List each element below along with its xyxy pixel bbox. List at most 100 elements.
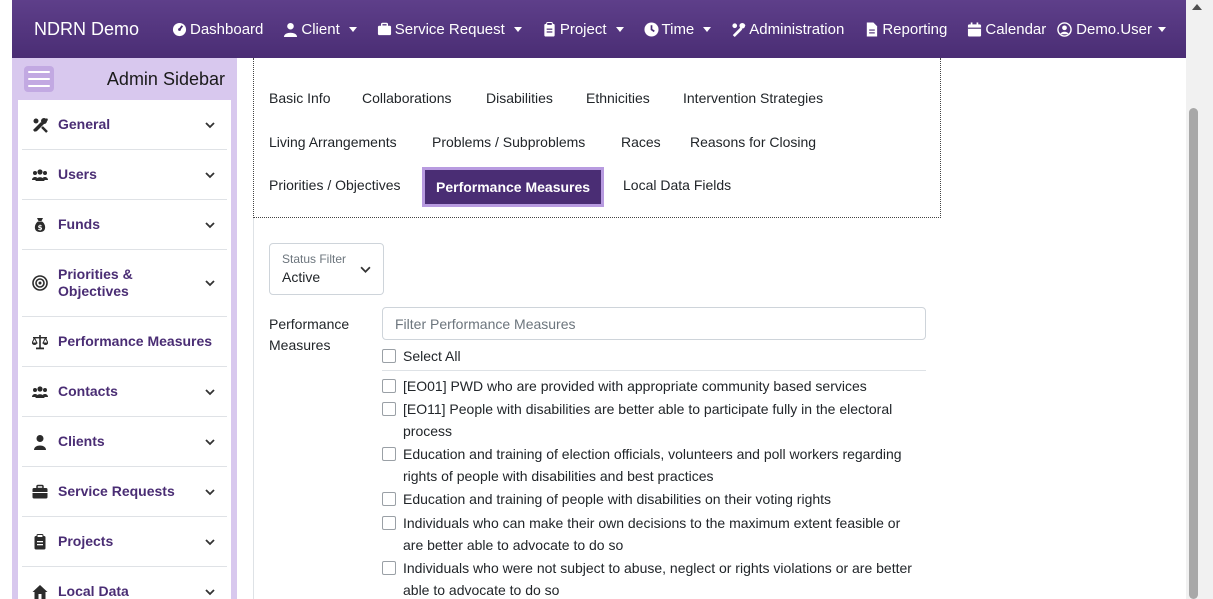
- list-item[interactable]: [EO11] People with disabilities are bett…: [382, 398, 922, 442]
- calendar-icon: [968, 21, 982, 37]
- sidebar-item-service-requests[interactable]: Service Requests: [22, 467, 227, 517]
- sidebar-item-contacts[interactable]: Contacts: [22, 367, 227, 417]
- nav-reporting[interactable]: Reporting: [864, 21, 947, 38]
- performance-measures-form: Status Filter Active Performance Measure…: [253, 218, 941, 599]
- sidebar-item-priorities-objectives[interactable]: Priorities & Objectives: [22, 250, 227, 317]
- sidebar-item-label: Local Data: [58, 583, 129, 599]
- tools-icon: [33, 117, 48, 133]
- nav-administration-label: Administration: [749, 20, 845, 38]
- list-item[interactable]: Individuals who can make their own decis…: [382, 512, 922, 556]
- balance-scale-icon: [32, 334, 48, 349]
- sidebar-item-users[interactable]: Users: [22, 150, 227, 200]
- measure-label: Individuals who were not subject to abus…: [403, 560, 912, 598]
- list-item[interactable]: Education and training of people with di…: [382, 488, 922, 510]
- sidebar-item-performance-measures[interactable]: Performance Measures: [22, 317, 227, 367]
- chevron-down-icon: [615, 26, 624, 32]
- sidebar-item-clients[interactable]: Clients: [22, 417, 227, 467]
- measure-label: [EO11] People with disabilities are bett…: [403, 401, 893, 439]
- measure-label: Education and training of people with di…: [403, 491, 832, 507]
- tab-ethnicities[interactable]: Ethnicities: [586, 90, 650, 106]
- hamburger-menu-icon[interactable]: [24, 66, 54, 92]
- tab-basic-info[interactable]: Basic Info: [269, 90, 330, 106]
- sidebar-item-projects[interactable]: Projects: [22, 517, 227, 567]
- sidebar-header: Admin Sidebar: [12, 58, 237, 100]
- tab-reasons-for-closing[interactable]: Reasons for Closing: [690, 134, 816, 150]
- nav-calendar-label: Calendar: [985, 20, 1047, 38]
- file-icon: [867, 21, 878, 37]
- measure-checkbox[interactable]: [382, 492, 396, 506]
- measure-checkbox[interactable]: [382, 561, 396, 575]
- tab-disabilities[interactable]: Disabilities: [486, 90, 553, 106]
- briefcase-icon: [377, 22, 391, 35]
- nav-project[interactable]: Project: [542, 21, 624, 38]
- chevron-down-icon: [205, 171, 215, 178]
- user-menu[interactable]: Demo.User: [1057, 21, 1166, 38]
- list-item[interactable]: [EO01] PWD who are provided with appropr…: [382, 375, 922, 397]
- measure-label: [EO01] PWD who are provided with appropr…: [403, 378, 867, 394]
- nav-time[interactable]: Time: [643, 20, 712, 38]
- users-icon: [32, 168, 48, 181]
- scroll-up-arrow-icon[interactable]: [1192, 4, 1202, 10]
- brand-logo[interactable]: NDRN Demo: [34, 19, 172, 40]
- select-all-checkbox[interactable]: [382, 349, 396, 363]
- sidebar-item-label: Projects: [58, 533, 114, 549]
- filter-performance-measures-input[interactable]: [382, 307, 926, 340]
- money-bag-icon: $: [34, 217, 46, 232]
- tab-races[interactable]: Races: [621, 134, 661, 150]
- nav-service-request-label: Service Request: [394, 20, 505, 38]
- sidebar-title: Admin Sidebar: [106, 68, 225, 89]
- home-icon: [32, 584, 48, 599]
- tab-collaborations[interactable]: Collaborations: [362, 90, 452, 106]
- chevron-down-icon: [205, 388, 215, 395]
- tab-local-data-fields[interactable]: Local Data Fields: [623, 177, 731, 193]
- chevron-down-icon: [513, 26, 522, 32]
- list-item[interactable]: Education and training of election offic…: [382, 443, 922, 487]
- clipboard-icon: [544, 21, 555, 37]
- tab-problems-subproblems[interactable]: Problems / Subproblems: [432, 134, 585, 150]
- tab-living-arrangements[interactable]: Living Arrangements: [269, 134, 397, 150]
- sidebar-item-funds[interactable]: $ Funds: [22, 200, 227, 250]
- chevron-down-icon: [205, 280, 215, 287]
- nav-dashboard[interactable]: Dashboard: [172, 21, 263, 38]
- nav-dashboard-label: Dashboard: [190, 20, 264, 38]
- measure-checkbox[interactable]: [382, 379, 396, 393]
- tab-intervention-strategies[interactable]: Intervention Strategies: [683, 90, 823, 106]
- nav-client[interactable]: Client: [283, 21, 357, 38]
- chevron-down-icon: [703, 26, 712, 32]
- nav-project-label: Project: [559, 20, 607, 38]
- chevron-down-icon: [1158, 26, 1166, 32]
- sidebar-item-label: Contacts: [58, 383, 118, 399]
- top-navbar: NDRN Demo Dashboard Client Service Reque…: [12, 0, 1186, 58]
- sidebar-item-label: Funds: [58, 216, 100, 232]
- user-icon: [34, 434, 46, 450]
- measure-checkbox[interactable]: [382, 516, 396, 530]
- nav-calendar[interactable]: Calendar: [967, 21, 1046, 38]
- nav-service-request[interactable]: Service Request: [377, 21, 522, 38]
- status-filter-select[interactable]: Status Filter Active: [269, 243, 384, 295]
- tab-performance-measures[interactable]: Performance Measures: [422, 167, 605, 207]
- chevron-down-icon: [205, 588, 215, 595]
- chevron-down-icon: [205, 221, 215, 228]
- divider: [382, 370, 926, 371]
- select-all-row[interactable]: Select All: [382, 345, 461, 367]
- measure-checkbox[interactable]: [382, 402, 396, 416]
- sidebar-item-general[interactable]: General: [22, 100, 227, 150]
- measure-checkbox[interactable]: [382, 447, 396, 461]
- clipboard-icon: [34, 533, 46, 549]
- scrollbar-thumb[interactable]: [1189, 108, 1198, 599]
- dashboard-icon: [172, 22, 187, 36]
- measure-label: Education and training of election offic…: [403, 446, 902, 484]
- list-item[interactable]: Individuals who were not subject to abus…: [382, 557, 922, 599]
- sidebar-item-label: Priorities & Objectives: [58, 266, 133, 299]
- sidebar-item-label: Users: [58, 166, 97, 182]
- user-circle-icon: [1057, 21, 1072, 37]
- tab-priorities-objectives[interactable]: Priorities / Objectives: [269, 177, 400, 193]
- chevron-down-icon: [205, 438, 215, 445]
- svg-text:$: $: [38, 224, 43, 232]
- sidebar-menu: General Users $ Funds Priorities & Objec…: [18, 100, 231, 599]
- nav-administration[interactable]: Administration: [731, 21, 844, 38]
- nav-time-label: Time: [661, 20, 695, 38]
- sidebar-item-label: Performance Measures: [58, 333, 213, 349]
- sidebar-item-local-data[interactable]: Local Data: [22, 567, 227, 599]
- briefcase-icon: [32, 484, 48, 498]
